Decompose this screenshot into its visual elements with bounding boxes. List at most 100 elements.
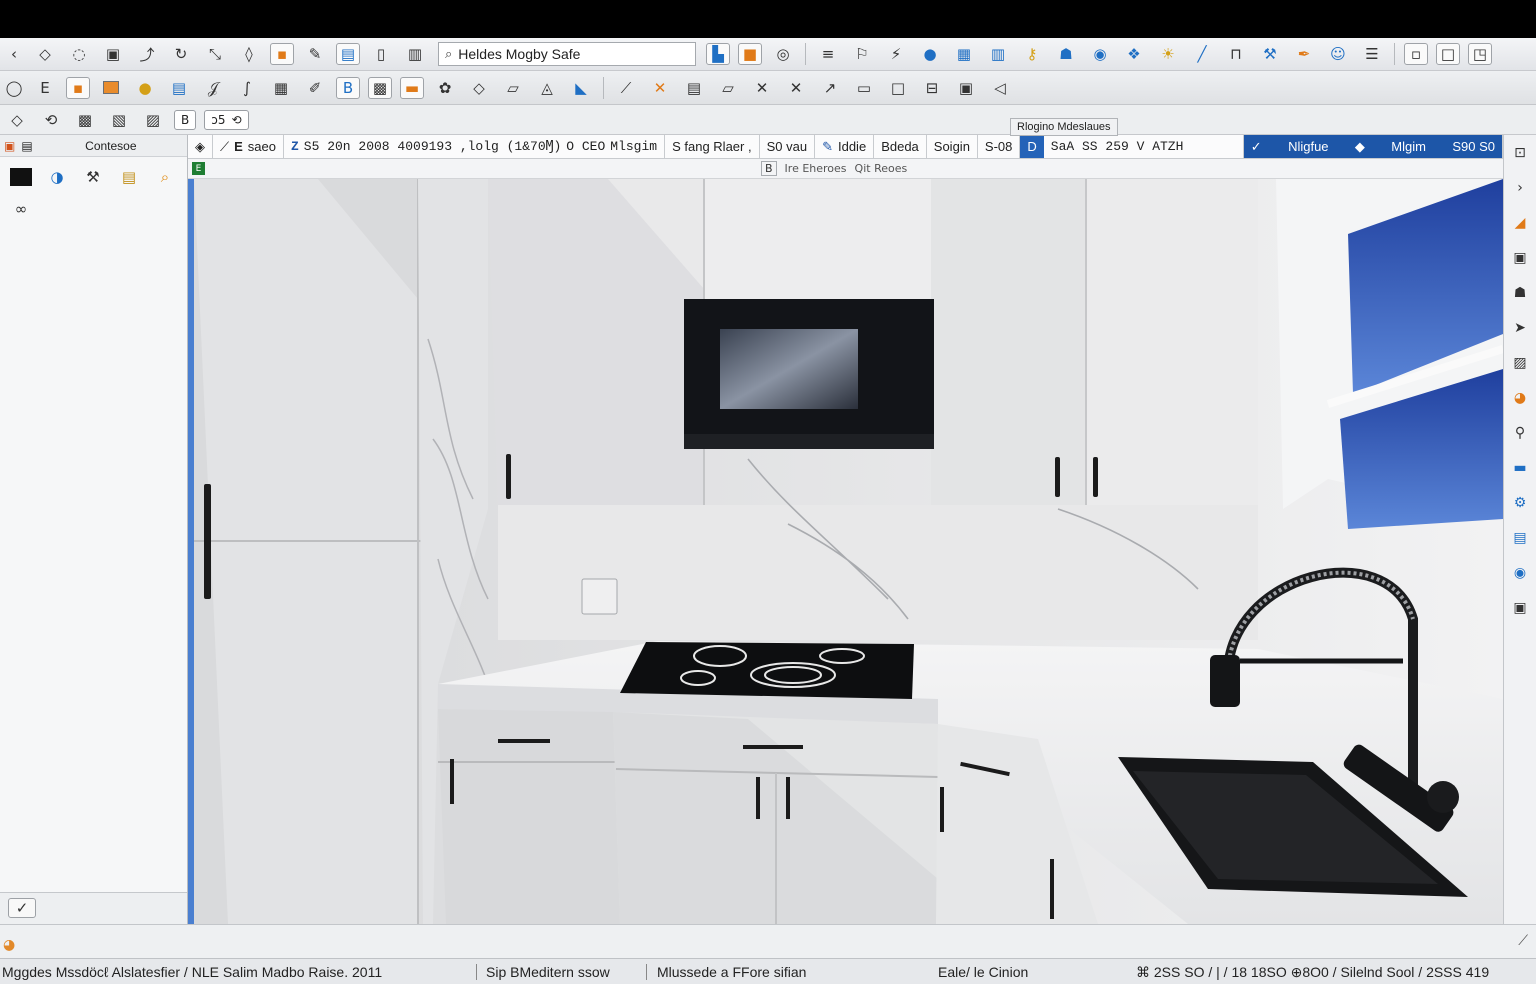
lasso-icon[interactable]: ◌ — [66, 42, 92, 66]
cabinet-icon[interactable]: ▣ — [953, 76, 979, 100]
hatch-icon[interactable]: ▩ — [72, 108, 98, 132]
panel-pin-icon[interactable]: ▣ — [4, 139, 15, 153]
scale-field[interactable]: S fang Rlaer , — [665, 135, 760, 158]
delete-x-icon[interactable]: ✕ — [783, 76, 809, 100]
magnifier-icon[interactable]: ⌕ — [152, 165, 178, 189]
check-icon[interactable]: ✓ — [8, 898, 36, 918]
rotate-tool-icon[interactable]: ⟲ — [38, 108, 64, 132]
layers-icon[interactable]: ☰ — [1359, 42, 1385, 66]
sub-left-text[interactable]: Ire Eheroes — [785, 162, 847, 175]
frame-black-icon[interactable]: ▣ — [1508, 245, 1532, 271]
line-icon[interactable]: ⟋ — [613, 76, 639, 100]
tape-icon[interactable]: ◇ — [466, 76, 492, 100]
grid-icon[interactable]: ▦ — [268, 76, 294, 100]
stamp-icon[interactable]: ✿ — [432, 76, 458, 100]
coin-icon[interactable]: ● — [132, 76, 158, 100]
clipboard-icon[interactable]: ▥ — [402, 42, 428, 66]
back-icon[interactable]: ◁ — [987, 76, 1013, 100]
panel-toggle-icon[interactable]: ⊡ — [1508, 140, 1532, 166]
notes-icon[interactable]: ▤ — [681, 76, 707, 100]
minimize-icon[interactable]: ▫ — [1404, 43, 1428, 65]
pencil-icon[interactable]: ✎ — [302, 42, 328, 66]
window-icon[interactable]: ◳ — [1468, 43, 1492, 65]
image-icon[interactable]: ▪ — [66, 76, 90, 99]
gem-icon-cell[interactable]: ◈ — [188, 135, 213, 158]
d-toggle[interactable]: D — [1020, 135, 1044, 158]
pattern-icon[interactable]: ▧ — [106, 108, 132, 132]
circle-icon[interactable]: ◯ — [3, 76, 25, 100]
globe-icon[interactable]: ● — [917, 42, 943, 66]
paint-icon[interactable]: ▪ — [270, 43, 294, 65]
panels-icon[interactable]: ⊟ — [919, 76, 945, 100]
sphere-icon[interactable]: ◑ — [44, 165, 70, 189]
hook-icon[interactable]: 𝒥 — [200, 76, 226, 100]
hammer-icon[interactable]: ⚒ — [1257, 42, 1283, 66]
camera-icon[interactable]: ◉ — [1508, 560, 1532, 586]
person-icon[interactable]: ☗ — [1053, 42, 1079, 66]
lamp-icon[interactable]: ☀ — [1155, 42, 1181, 66]
offset-field[interactable]: S-08 — [978, 135, 1021, 158]
window-tool-icon[interactable]: ▬ — [400, 76, 424, 99]
texture-pattern-icon[interactable]: ▨ — [140, 108, 166, 132]
mode-field[interactable]: ✎ Iddie — [815, 135, 875, 158]
group-icon[interactable]: ▣ — [100, 42, 126, 66]
eraser-icon[interactable]: ◊ — [236, 42, 262, 66]
ruler-icon[interactable]: ▱ — [500, 76, 526, 100]
document-icon[interactable]: ▯ — [368, 42, 394, 66]
orange-ball-icon[interactable]: ◕ — [1508, 385, 1532, 411]
table-icon[interactable]: ▤ — [166, 76, 192, 100]
black-swatch-icon[interactable] — [8, 165, 34, 189]
expand-icon[interactable]: › — [1508, 175, 1532, 201]
coordinate-field[interactable]: SaA SS 259 V ATZH — [1044, 135, 1244, 158]
move-icon[interactable]: ⤴ — [134, 42, 160, 66]
soigin-field[interactable]: Soigin — [927, 135, 978, 158]
wrench-icon[interactable]: ⚲ — [1508, 420, 1532, 446]
page-icon[interactable]: ▤ — [336, 43, 360, 65]
parallelogram-icon[interactable]: ▱ — [715, 76, 741, 100]
texture-icon[interactable]: ▩ — [368, 76, 392, 99]
orange-tag-icon[interactable]: ◢ — [1508, 210, 1532, 236]
material-icon[interactable]: ■ — [738, 43, 762, 65]
e-field[interactable]: ⟋ E saeo — [213, 135, 284, 158]
text-icon[interactable]: E — [32, 76, 58, 100]
target-icon[interactable]: ◎ — [770, 42, 796, 66]
person-tool-icon[interactable]: ☗ — [1508, 280, 1532, 306]
key-icon[interactable]: ⚷ — [1019, 42, 1045, 66]
flag-icon[interactable]: ⚐ — [849, 42, 875, 66]
palette-icon[interactable] — [98, 76, 124, 100]
edit-icon[interactable]: ✐ — [302, 76, 328, 100]
pushpull-icon[interactable]: ◣ — [568, 76, 594, 100]
user-icon[interactable]: ☺ — [1325, 42, 1351, 66]
link-toggle[interactable]: ɔ5 ⟲ — [204, 109, 249, 130]
maximize-icon[interactable]: □ — [1436, 43, 1460, 65]
rectangle-icon[interactable]: □ — [885, 76, 911, 100]
list-icon[interactable]: ≡ — [815, 42, 841, 66]
path-field[interactable]: Z S5 20n 2008 4009193 ,lolg (1&70Ɱ) O CE… — [284, 135, 666, 158]
magic-wand-icon[interactable]: ⚡ — [883, 42, 909, 66]
diamond-icon[interactable]: ◇ — [4, 108, 30, 132]
archive-icon[interactable]: ▤ — [1508, 525, 1532, 551]
protractor-icon[interactable]: ◬ — [534, 76, 560, 100]
blue-bar-icon[interactable]: ▬ — [1508, 455, 1532, 481]
save-icon[interactable]: ▙ — [706, 43, 730, 65]
image-thumb-icon[interactable]: ▨ — [1508, 350, 1532, 376]
nav-field[interactable]: ✓ Nligfue ◆ Mlgim S90 S0 — [1243, 135, 1503, 158]
tools-icon[interactable]: ⚒ — [80, 165, 106, 189]
rotate-icon[interactable]: ↻ — [168, 42, 194, 66]
pen-icon[interactable]: ✒ — [1291, 42, 1317, 66]
scale-icon[interactable]: ⤡ — [202, 42, 228, 66]
arrow-right-icon[interactable]: ➤ — [1508, 315, 1532, 341]
diagonal-arrow-icon[interactable]: ↗ — [817, 76, 843, 100]
3d-viewport[interactable] — [188, 179, 1503, 924]
brush-icon[interactable]: ╱ — [1189, 42, 1215, 66]
component-icon[interactable]: ❖ — [1121, 42, 1147, 66]
save-small-icon[interactable]: ▣ — [1508, 595, 1532, 621]
cross-icon[interactable]: ✕ — [647, 76, 673, 100]
resize-grip-icon[interactable]: ⟋ — [1518, 933, 1528, 949]
building-icon[interactable]: ▥ — [985, 42, 1011, 66]
panel-dock-icon[interactable]: ▤ — [21, 139, 32, 153]
units-field[interactable]: S0 vau — [760, 135, 816, 158]
close-x-icon[interactable]: ✕ — [749, 76, 775, 100]
notebook-icon[interactable]: ▤ — [116, 165, 142, 189]
sub-right-text[interactable]: Qit Reoes — [855, 162, 908, 175]
